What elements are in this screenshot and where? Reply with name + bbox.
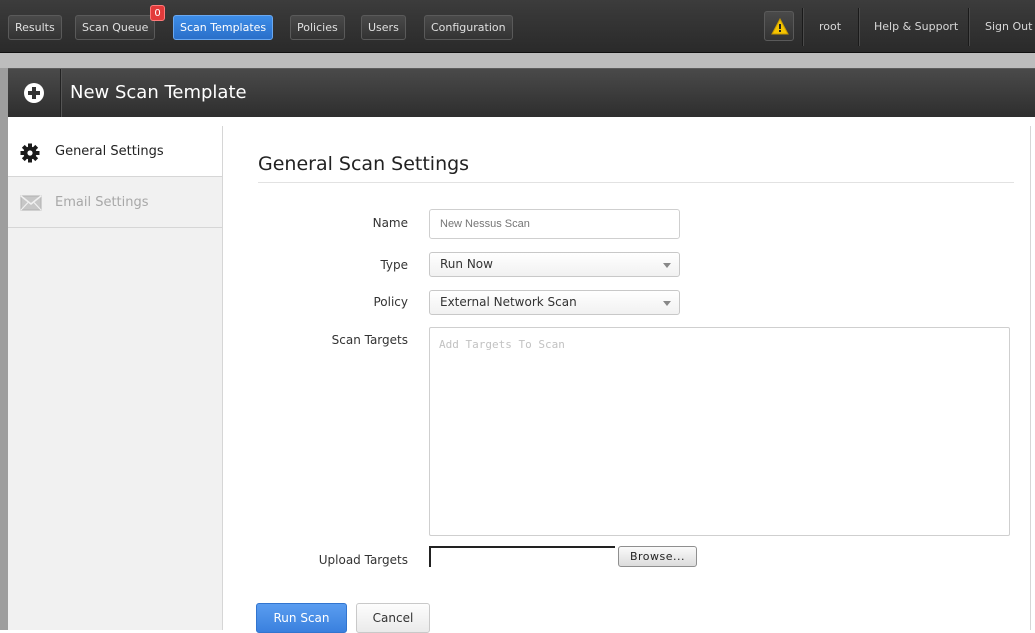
sidebar-item-label: Email Settings: [55, 195, 149, 210]
header-icon-container: [8, 69, 61, 117]
content-right-border: [1030, 126, 1031, 630]
plus-circle-icon: [24, 83, 44, 103]
browse-button[interactable]: Browse...: [618, 546, 697, 567]
nav-results-button[interactable]: Results: [8, 15, 62, 40]
sidebar-item-general-settings[interactable]: General Settings: [8, 126, 222, 177]
nav-sign-out-link[interactable]: Sign Out: [985, 20, 1032, 33]
nav-policies-button[interactable]: Policies: [290, 15, 345, 40]
type-select-value: Run Now: [440, 257, 493, 271]
nav-user-menu[interactable]: root: [819, 20, 841, 33]
name-label: Name: [372, 216, 408, 230]
gear-icon: [20, 143, 40, 163]
cancel-button[interactable]: Cancel: [356, 603, 430, 633]
nav-divider: [802, 8, 803, 46]
name-input[interactable]: [429, 209, 680, 239]
nav-divider: [968, 8, 969, 46]
envelope-icon: [20, 195, 42, 211]
page-header: New Scan Template: [8, 68, 1035, 117]
warning-triangle-icon: [771, 18, 789, 35]
policy-label: Policy: [373, 295, 408, 309]
section-title: General Scan Settings: [258, 153, 470, 175]
type-select[interactable]: Run Now: [429, 252, 680, 277]
type-label: Type: [380, 258, 408, 272]
upload-targets-label: Upload Targets: [318, 553, 408, 567]
scan-queue-count-badge: 0: [150, 5, 165, 21]
scan-targets-placeholder: Add Targets To Scan: [439, 338, 565, 351]
nav-spacer: [0, 53, 1035, 68]
chevron-down-icon: [663, 301, 671, 306]
nav-divider: [858, 8, 859, 46]
top-navigation-bar: Results Scan Queue 0 Scan Templates Poli…: [0, 0, 1035, 53]
page-left-edge: [0, 68, 8, 630]
sidebar-item-label: General Settings: [55, 144, 164, 159]
warning-button[interactable]: [764, 11, 794, 41]
scan-targets-label: Scan Targets: [331, 333, 408, 347]
run-scan-button[interactable]: Run Scan: [256, 603, 347, 633]
scan-targets-textarea[interactable]: Add Targets To Scan: [429, 327, 1010, 536]
policy-select-value: External Network Scan: [440, 295, 577, 309]
section-divider: [258, 182, 1014, 183]
nav-help-support-link[interactable]: Help & Support: [874, 20, 958, 33]
nav-users-button[interactable]: Users: [361, 15, 406, 40]
nav-configuration-button[interactable]: Configuration: [424, 15, 513, 40]
policy-select[interactable]: External Network Scan: [429, 290, 680, 315]
page-title: New Scan Template: [70, 82, 247, 103]
nav-scan-queue-button[interactable]: Scan Queue: [75, 15, 156, 40]
settings-sidebar: General Settings Email Settings: [8, 126, 223, 630]
nav-scan-templates-button[interactable]: Scan Templates: [173, 15, 274, 40]
chevron-down-icon: [663, 263, 671, 268]
sidebar-item-email-settings[interactable]: Email Settings: [8, 177, 222, 228]
upload-targets-file-field[interactable]: [429, 546, 615, 567]
